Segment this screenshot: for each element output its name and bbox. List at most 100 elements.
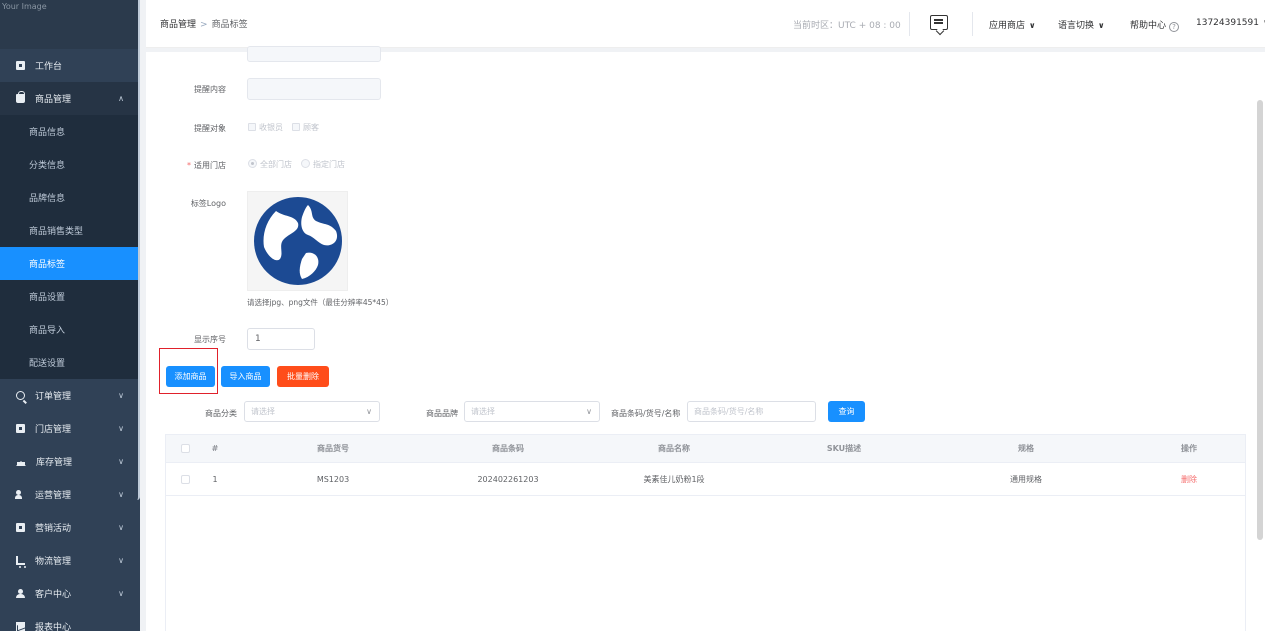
code-search-input[interactable]: 商品条码/货号/名称 — [687, 401, 816, 422]
col-index: # — [211, 444, 219, 453]
sidebar-item-label: 门店管理 — [35, 425, 72, 435]
sidebar-subitem-sales-type[interactable]: 商品销售类型 — [0, 214, 140, 247]
sidebar-item-label: 物流管理 — [35, 557, 72, 567]
store-icon — [16, 424, 25, 433]
target-customer-checkbox[interactable]: 顾客 — [292, 122, 319, 133]
sidebar-subitem-brand-info[interactable]: 品牌信息 — [0, 181, 140, 214]
brand-filter-label: 商品品牌 — [426, 409, 458, 418]
row-checkbox[interactable] — [180, 463, 190, 495]
chevron-down-icon: ∨ — [118, 589, 124, 598]
sidebar-item-product-management[interactable]: 商品管理 ∧ — [0, 82, 140, 115]
checkbox-icon — [292, 123, 300, 131]
header-divider — [909, 12, 910, 36]
checkbox-icon — [180, 474, 190, 484]
store-all-radio[interactable]: 全部门店 — [248, 159, 292, 170]
brand-select[interactable]: 请选择 ∨ — [464, 401, 600, 422]
timezone-label: 当前时区：UTC + 08 : 00 — [793, 21, 901, 31]
logo-hint: 请选择jpg、png文件（最佳分辨率45*45） — [247, 298, 394, 307]
chevron-down-icon: ∨ — [118, 391, 124, 400]
account-label: 13724391591 — [1196, 18, 1259, 28]
main-content: 提醒内容 提醒对象 收银员 顾客 * 适用门店 全部门店 指定门店 标签Logo … — [146, 46, 1265, 631]
checkbox-label: 顾客 — [303, 123, 319, 132]
category-filter-label: 商品分类 — [205, 409, 237, 418]
account-menu[interactable]: 13724391591∨ — [1196, 18, 1265, 28]
col-sku: SKU描述 — [826, 444, 862, 453]
logo-upload[interactable] — [247, 191, 348, 291]
store-label: * 适用门店 — [146, 160, 226, 171]
main-scrollbar[interactable] — [1257, 100, 1263, 540]
shopping-bag-icon — [16, 91, 25, 103]
user-icon — [15, 490, 25, 499]
sidebar-subitem-category-info[interactable]: 分类信息 — [0, 148, 140, 181]
col-actions: 操作 — [1181, 444, 1197, 453]
category-select[interactable]: 请选择 ∨ — [244, 401, 380, 422]
reminder-content-input[interactable] — [247, 78, 381, 100]
breadcrumb-current: 商品标签 — [211, 20, 248, 30]
sidebar-item-label: 订单管理 — [35, 392, 72, 402]
sidebar-item-operations[interactable]: 运营管理 ∨ — [0, 478, 140, 511]
sidebar-subitem-product-tags[interactable]: 商品标签 — [0, 247, 140, 280]
sidebar-item-workbench[interactable]: 工作台 — [0, 49, 140, 82]
sidebar-item-inventory-management[interactable]: 库存管理 ∨ — [0, 445, 140, 478]
logo-alt-text: Your Image — [2, 2, 47, 11]
row-sku — [794, 463, 894, 495]
radio-icon — [301, 159, 310, 168]
product-table: # 商品货号 商品条码 商品名称 SKU描述 规格 操作 1 MS1203 20… — [165, 434, 1246, 631]
sidebar-subitem-product-info[interactable]: 商品信息 — [0, 115, 140, 148]
row-spec: 通用规格 — [1010, 474, 1042, 484]
help-center-menu[interactable]: 帮助中心? — [1130, 18, 1180, 32]
checkbox-icon — [180, 444, 190, 453]
sidebar-subitem-product-settings[interactable]: 商品设置 — [0, 280, 140, 313]
breadcrumb-parent[interactable]: 商品管理 — [160, 20, 196, 30]
code-filter-label: 商品条码/货号/名称 — [611, 409, 681, 418]
reminder-target-label: 提醒对象 — [194, 124, 226, 133]
order-input[interactable]: 1 — [247, 328, 315, 350]
breadcrumb-separator: > — [200, 20, 208, 30]
sidebar-subitem-delivery-settings[interactable]: 配送设置 — [0, 346, 140, 379]
select-placeholder: 请选择 — [251, 407, 275, 416]
sidebar-item-customer-center[interactable]: 客户中心 ∨ — [0, 577, 140, 610]
cart-icon — [16, 556, 25, 568]
cut-off-input — [247, 46, 381, 62]
checkbox-icon — [248, 123, 256, 131]
table-header: # 商品货号 商品条码 商品名称 SKU描述 规格 操作 — [166, 435, 1245, 463]
store-specified-radio[interactable]: 指定门店 — [301, 159, 345, 170]
store-label-text: 适用门店 — [194, 161, 226, 170]
sidebar-item-order-management[interactable]: 订单管理 ∨ — [0, 379, 140, 412]
sidebar-item-reports[interactable]: 报表中心 — [0, 610, 140, 631]
app-root: Your Image 工作台 商品管理 ∧ 商品信息 分类信息 品牌信息 商品销… — [0, 0, 1265, 631]
chevron-down-icon: ∨ — [1098, 21, 1105, 30]
sidebar-item-store-management[interactable]: 门店管理 ∨ — [0, 412, 140, 445]
language-menu[interactable]: 语言切换 ∨ — [1058, 18, 1105, 31]
sidebar-scrollbar[interactable] — [136, 0, 140, 500]
app-store-menu[interactable]: 应用商店 ∨ — [989, 18, 1036, 31]
warehouse-icon — [16, 457, 26, 466]
sidebar-item-logistics[interactable]: 物流管理 ∨ — [0, 544, 140, 577]
help-label: 帮助中心 — [1130, 21, 1167, 31]
target-cashier-checkbox[interactable]: 收银员 — [248, 122, 283, 133]
select-all-checkbox[interactable] — [180, 435, 190, 462]
sidebar-subitem-product-import[interactable]: 商品导入 — [0, 313, 140, 346]
chevron-down-icon: ∨ — [1029, 21, 1036, 30]
language-label: 语言切换 — [1058, 21, 1095, 31]
sidebar-item-label: 客户中心 — [35, 590, 72, 600]
checkbox-label: 收银员 — [259, 123, 283, 132]
add-product-button[interactable]: 添加商品 — [166, 366, 215, 387]
message-icon[interactable] — [930, 15, 948, 30]
row-delete-link[interactable]: 删除 — [1139, 463, 1239, 495]
row-index: 1 — [212, 474, 218, 484]
app-store-label: 应用商店 — [989, 21, 1026, 31]
logo-label: 标签Logo — [190, 199, 226, 208]
customer-icon — [16, 589, 25, 598]
sidebar-item-marketing[interactable]: 营销活动 ∨ — [0, 511, 140, 544]
breadcrumb: 商品管理 > 商品标签 — [160, 17, 248, 30]
chevron-down-icon: ∨ — [118, 424, 124, 433]
import-product-button[interactable]: 导入商品 — [221, 366, 270, 387]
batch-delete-button[interactable]: 批量删除 — [277, 366, 329, 387]
query-button[interactable]: 查询 — [828, 401, 865, 422]
top-header: 商品管理 > 商品标签 当前时区：UTC + 08 : 00 应用商店 ∨ 语言切换 ∨… — [146, 0, 1265, 48]
chevron-down-icon: ∨ — [118, 457, 124, 466]
chevron-down-icon: ∨ — [366, 407, 372, 416]
order-label: 显示序号 — [194, 335, 226, 344]
table-row: 1 MS1203 202402261203 美素佳儿奶粉1段 通用规格 删除 — [166, 463, 1245, 496]
